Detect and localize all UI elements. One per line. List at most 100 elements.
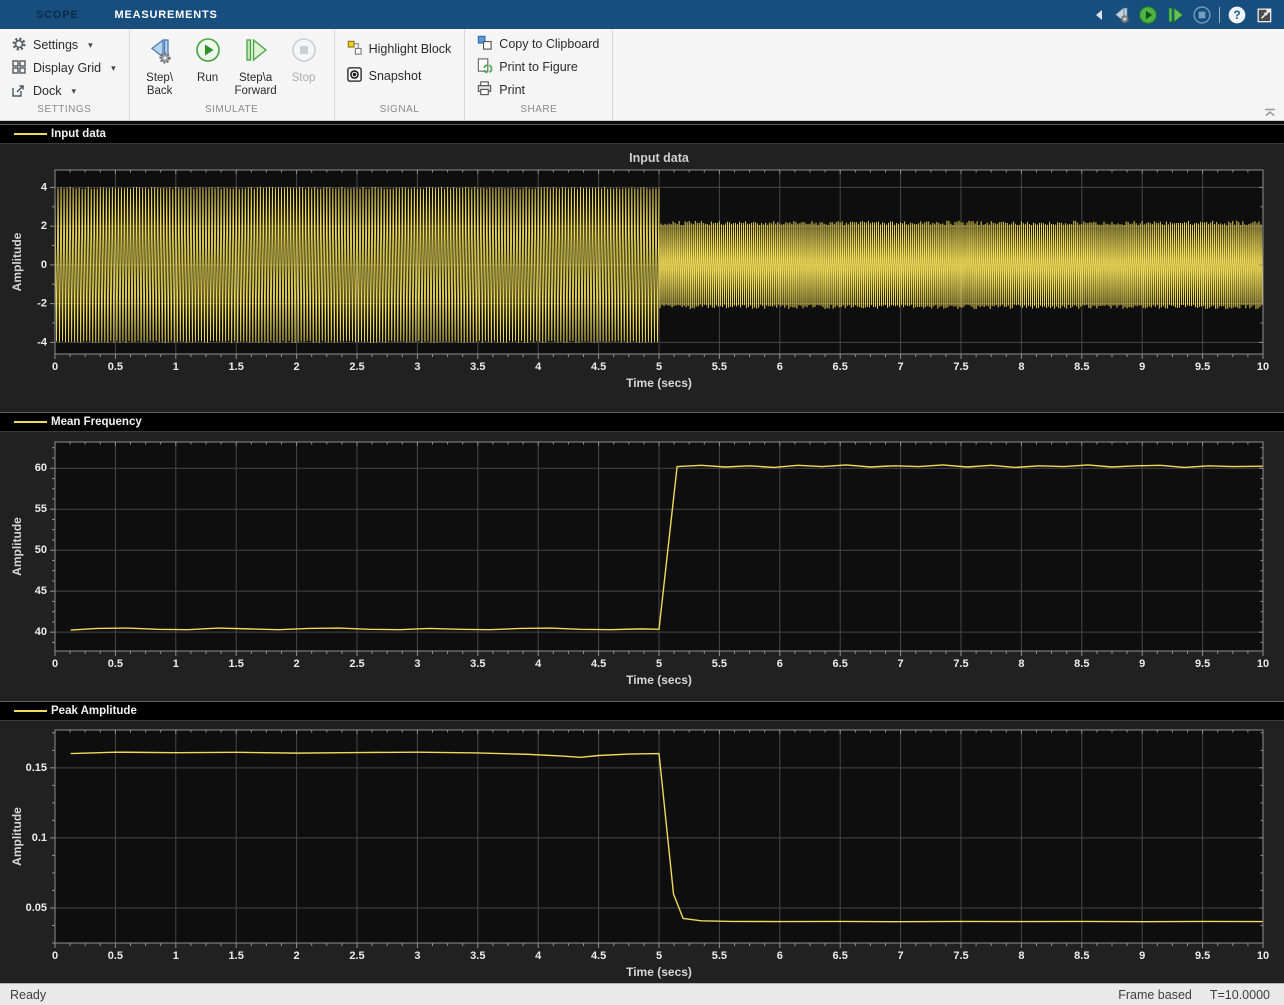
svg-text:2.5: 2.5 xyxy=(349,658,364,670)
svg-text:1: 1 xyxy=(173,361,179,373)
svg-text:8: 8 xyxy=(1018,658,1024,670)
svg-text:9: 9 xyxy=(1139,658,1145,670)
svg-text:8.5: 8.5 xyxy=(1074,658,1089,670)
svg-text:0.1: 0.1 xyxy=(32,832,47,844)
print-label: Print xyxy=(499,83,525,97)
svg-text:2.5: 2.5 xyxy=(349,361,364,373)
svg-text:40: 40 xyxy=(35,626,47,638)
copy-clipboard-button[interactable]: Copy to Clipboard xyxy=(473,33,602,55)
svg-text:3: 3 xyxy=(414,361,420,373)
svg-text:6.5: 6.5 xyxy=(833,950,848,962)
svg-text:0.05: 0.05 xyxy=(26,902,47,914)
svg-text:8.5: 8.5 xyxy=(1074,361,1089,373)
svg-text:4.5: 4.5 xyxy=(591,361,606,373)
svg-text:6: 6 xyxy=(777,658,783,670)
svg-text:5: 5 xyxy=(656,950,662,962)
plot-mean-frequency[interactable]: 00.511.522.533.544.555.566.577.588.599.5… xyxy=(0,432,1284,701)
run-label: Run xyxy=(197,72,218,85)
step-back-label-1: Step\ xyxy=(146,72,173,85)
svg-text:Amplitude: Amplitude xyxy=(10,807,24,866)
legend-mean-frequency[interactable]: Mean Frequency xyxy=(0,412,1284,432)
print-figure-button[interactable]: Print to Figure xyxy=(473,56,602,78)
svg-text:50: 50 xyxy=(35,544,47,556)
svg-text:6.5: 6.5 xyxy=(833,658,848,670)
svg-text:1: 1 xyxy=(173,658,179,670)
settings-label: Settings xyxy=(33,38,78,52)
svg-text:-2: -2 xyxy=(37,298,47,310)
step-back-icon[interactable] xyxy=(1111,5,1131,25)
legend-peak-amplitude[interactable]: Peak Amplitude xyxy=(0,701,1284,721)
svg-text:0: 0 xyxy=(52,950,58,962)
svg-text:1.5: 1.5 xyxy=(229,361,244,373)
svg-text:7: 7 xyxy=(898,950,904,962)
svg-text:10: 10 xyxy=(1257,950,1269,962)
help-icon[interactable]: ? xyxy=(1227,5,1247,25)
step-back-icon xyxy=(145,37,175,72)
stop-icon xyxy=(290,37,318,72)
group-settings: Settings ▾ Display Grid ▾ xyxy=(0,29,130,120)
collapse-left-icon[interactable] xyxy=(1094,8,1104,22)
svg-text:2: 2 xyxy=(294,658,300,670)
plot-peak-amplitude[interactable]: 00.511.522.533.544.555.566.577.588.599.5… xyxy=(0,721,1284,989)
dock-icon xyxy=(11,82,27,101)
collapse-ribbon-button[interactable] xyxy=(1262,106,1278,118)
legend-label: Input data xyxy=(51,128,106,140)
snapshot-button[interactable]: Snapshot xyxy=(343,65,455,87)
legend-line-sample xyxy=(14,710,47,712)
legend-label: Peak Amplitude xyxy=(51,705,137,717)
highlight-block-button[interactable]: Highlight Block xyxy=(343,38,455,60)
chevron-down-icon: ▾ xyxy=(111,63,116,74)
svg-text:4: 4 xyxy=(535,950,542,962)
tab-scope[interactable]: SCOPE xyxy=(18,0,97,29)
legend-line-sample xyxy=(14,133,47,135)
run-button[interactable]: Run xyxy=(186,35,230,85)
dock-icon[interactable] xyxy=(1254,5,1274,25)
step-forward-icon[interactable] xyxy=(1165,5,1185,25)
svg-text:5.5: 5.5 xyxy=(712,361,727,373)
legend-label: Mean Frequency xyxy=(51,416,142,428)
svg-text:60: 60 xyxy=(35,462,47,474)
status-frame-mode: Frame based xyxy=(1118,988,1192,1002)
svg-text:2: 2 xyxy=(294,950,300,962)
print-button[interactable]: Print xyxy=(473,79,602,101)
step-forward-icon xyxy=(241,37,271,72)
svg-text:2: 2 xyxy=(294,361,300,373)
svg-text:3: 3 xyxy=(414,658,420,670)
step-forward-button[interactable]: Step\a Forward xyxy=(234,35,278,98)
dock-button[interactable]: Dock ▾ xyxy=(8,80,119,102)
step-back-button[interactable]: Step\ Back xyxy=(138,35,182,98)
svg-text:2: 2 xyxy=(41,220,47,232)
status-bar: Ready Frame based T=10.0000 xyxy=(0,983,1284,1005)
snapshot-icon xyxy=(346,66,363,86)
status-ready: Ready xyxy=(0,988,46,1002)
peak-amplitude-chart: 00.511.522.533.544.555.566.577.588.599.5… xyxy=(0,721,1284,984)
svg-text:5.5: 5.5 xyxy=(712,658,727,670)
run-icon xyxy=(194,37,222,72)
legend-input-data[interactable]: Input data xyxy=(0,124,1284,144)
run-icon[interactable] xyxy=(1138,5,1158,25)
stop-button[interactable]: Stop xyxy=(282,35,326,85)
svg-text:7: 7 xyxy=(898,361,904,373)
group-label-settings: SETTINGS xyxy=(0,104,129,120)
print-icon xyxy=(476,80,493,100)
svg-text:7: 7 xyxy=(898,658,904,670)
group-label-simulate: SIMULATE xyxy=(130,104,334,120)
stop-icon[interactable] xyxy=(1192,5,1212,25)
group-label-signal: SIGNAL xyxy=(335,104,465,120)
print-figure-label: Print to Figure xyxy=(499,60,578,74)
display-grid-button[interactable]: Display Grid ▾ xyxy=(8,57,119,79)
input-data-chart: 00.511.522.533.544.555.566.577.588.599.5… xyxy=(0,144,1284,407)
svg-text:7.5: 7.5 xyxy=(953,658,968,670)
step-forward-label-1: Step\a xyxy=(239,72,272,85)
dock-label: Dock xyxy=(33,84,61,98)
display-grid-label: Display Grid xyxy=(33,61,101,75)
plot-input-data[interactable]: 00.511.522.533.544.555.566.577.588.599.5… xyxy=(0,144,1284,412)
quick-access-divider xyxy=(1219,7,1220,23)
print-figure-icon xyxy=(476,57,493,77)
svg-text:6: 6 xyxy=(777,361,783,373)
tab-measurements[interactable]: MEASUREMENTS xyxy=(97,0,236,29)
svg-text:8.5: 8.5 xyxy=(1074,950,1089,962)
svg-text:55: 55 xyxy=(35,503,47,515)
settings-button[interactable]: Settings ▾ xyxy=(8,34,119,56)
chevron-down-icon: ▾ xyxy=(71,86,76,97)
